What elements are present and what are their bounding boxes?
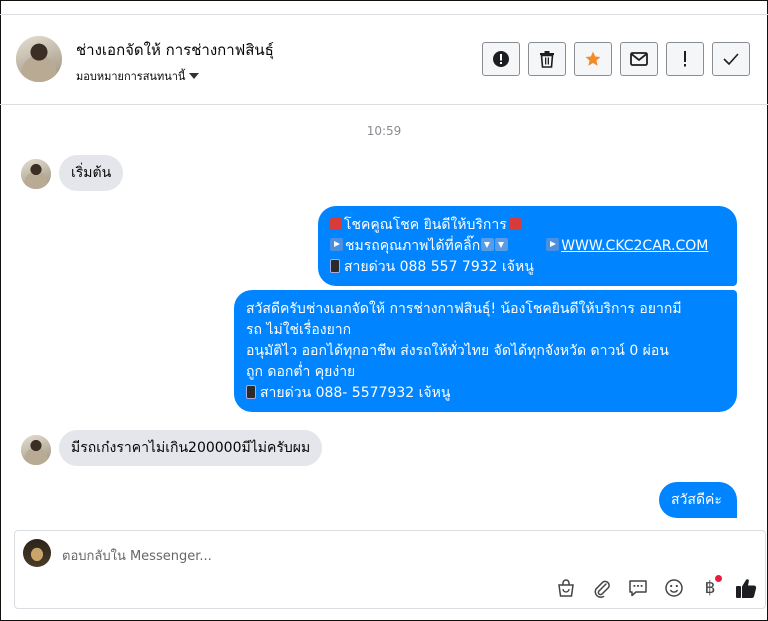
star-icon xyxy=(585,51,601,66)
message-line: ชมรถคุณภาพได้ที่คลิ๊ก xyxy=(345,238,481,254)
play-icon xyxy=(546,238,560,251)
conversation-header: ช่างเอกจัดให้ การช่างกาฟสินธุ์ มอบหมายกา… xyxy=(0,15,768,105)
down-arrow-icon xyxy=(481,238,495,251)
page-avatar xyxy=(23,539,51,567)
follow-up-button[interactable] xyxy=(666,42,704,76)
message-line: สายด่วน 088 557 7932 เจ้หนู xyxy=(344,259,534,275)
star-button[interactable] xyxy=(574,42,612,76)
bag-icon[interactable] xyxy=(555,577,577,599)
trash-icon xyxy=(540,51,554,68)
outgoing-message[interactable]: โชคคูณโชค ยินดีให้บริการ ชมรถคุณภาพได้ที… xyxy=(318,206,737,286)
assign-dropdown[interactable]: มอบหมายการสนทนานี้ xyxy=(76,67,200,85)
contact-avatar[interactable] xyxy=(16,36,62,82)
assign-label: มอบหมายการสนทนานี้ xyxy=(76,70,186,83)
caret-down-icon xyxy=(189,72,200,79)
sparkle-icon xyxy=(508,218,521,230)
phone-icon xyxy=(246,385,256,399)
play-icon xyxy=(330,238,343,251)
website-link[interactable]: WWW.CKC2CAR.COM xyxy=(561,238,708,254)
reply-input-placeholder[interactable]: ตอบกลับใน Messenger... xyxy=(62,545,212,566)
sender-avatar[interactable] xyxy=(21,159,51,189)
message-line: สายด่วน 088- 5577932 เจ้หนู xyxy=(260,385,451,401)
down-arrow-icon xyxy=(495,238,509,251)
baht-icon[interactable]: ฿ xyxy=(699,575,722,599)
message-timestamp: 10:59 xyxy=(366,124,402,138)
incoming-message[interactable]: มีรถเก๋งราคาไม่เกิน200000มีไม่ครับผม xyxy=(59,430,323,466)
delete-button[interactable] xyxy=(528,42,566,76)
paperclip-icon[interactable] xyxy=(591,577,613,599)
done-button[interactable] xyxy=(712,42,750,76)
mark-unread-button[interactable] xyxy=(620,42,658,76)
contact-name[interactable]: ช่างเอกจัดให้ การช่างกาฟสินธุ์ xyxy=(76,38,274,62)
incoming-message[interactable]: เริ่มต้น xyxy=(59,155,124,191)
spam-button[interactable] xyxy=(482,42,520,76)
header-toolbar xyxy=(482,42,750,76)
alert-circle-icon xyxy=(493,51,509,67)
message-line: อนุมัติไว ออกได้ทุกอาชีพ ส่งรถให้ทั่วไทย… xyxy=(246,343,669,359)
message-line: สวัสดีครับช่างเอกจัดให้ การช่างกาฟสินธุ์… xyxy=(246,301,682,317)
outgoing-message[interactable]: สวัสดีค่ะ xyxy=(659,482,737,518)
emoji-icon[interactable] xyxy=(663,577,685,599)
reply-composer[interactable]: ตอบกลับใน Messenger... ฿ xyxy=(14,530,766,609)
check-icon xyxy=(723,53,739,65)
envelope-icon xyxy=(630,52,648,66)
phone-icon xyxy=(330,259,340,273)
sparkle-icon xyxy=(330,218,342,230)
message-line: โชคคูณโชค ยินดีให้บริการ xyxy=(344,217,507,233)
outgoing-message[interactable]: สวัสดีครับช่างเอกจัดให้ การช่างกาฟสินธุ์… xyxy=(234,290,737,412)
chat-icon[interactable] xyxy=(627,577,649,599)
thumbs-up-icon[interactable] xyxy=(735,577,757,599)
exclamation-icon xyxy=(684,51,686,67)
sender-avatar[interactable] xyxy=(21,435,51,465)
composer-toolbar: ฿ xyxy=(555,575,757,599)
notification-dot xyxy=(715,575,722,582)
message-line: รถ ไม่ใช่เรื่องยาก xyxy=(246,322,352,338)
message-line: ถูก ดอกต่ำ คุยง่าย xyxy=(246,364,356,380)
